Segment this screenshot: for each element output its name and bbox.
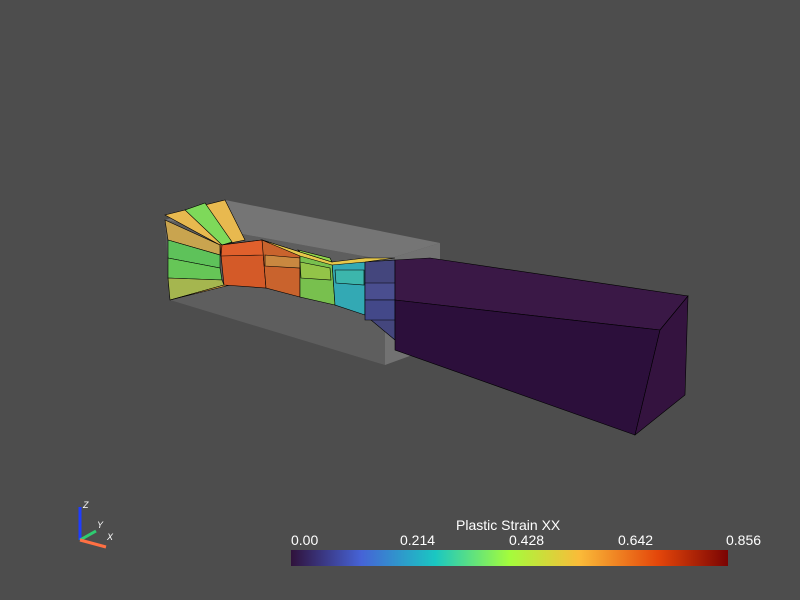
scalar-bar-tick-3: 0.642 [618,532,654,548]
unstrained-bar [394,257,689,436]
render-viewport[interactable]: Plastic Strain XX 0.00 0.214 0.428 0.642… [0,0,800,600]
scalar-bar-tick-2: 0.428 [509,532,545,548]
scalar-bar-tick-0: 0.00 [291,532,319,548]
scalar-bar-title: Plastic Strain XX [456,517,561,533]
axis-label-z: Z [83,500,89,510]
scalar-bar-gradient [291,550,728,566]
axis-label-y: Y [97,520,104,530]
axis-label-x: X [107,532,114,542]
scalar-bar-tick-4: 0.856 [726,532,762,548]
scalar-bar-tick-1: 0.214 [400,532,436,548]
